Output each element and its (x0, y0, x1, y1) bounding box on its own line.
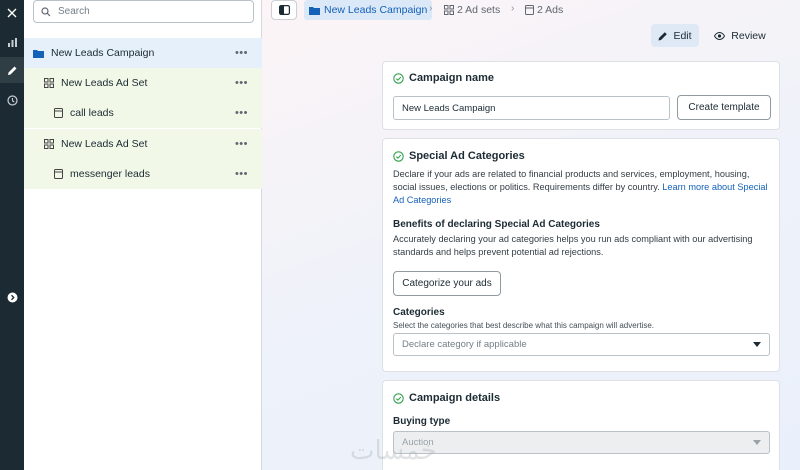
caret-down-icon (753, 342, 761, 347)
tree-item-ad[interactable]: messenger leads ••• (24, 159, 262, 189)
review-button[interactable]: Review (710, 24, 770, 47)
card-title: Campaign name (393, 72, 494, 84)
categories-label: Categories (393, 307, 445, 318)
special-ad-categories-card: Special Ad Categories Declare if your ad… (382, 138, 780, 372)
check-circle-icon (393, 72, 404, 84)
check-circle-icon (393, 150, 404, 162)
left-rail (0, 0, 24, 470)
card-title: Special Ad Categories (393, 150, 525, 162)
benefits-text: Accurately declaring your ad categories … (393, 234, 753, 257)
check-circle-icon (393, 392, 404, 404)
campaign-name-input[interactable]: New Leads Campaign (393, 96, 670, 120)
special-description: Declare if your ads are related to finan… (393, 169, 768, 205)
edit-label: Edit (673, 29, 692, 42)
tree-item-ad[interactable]: call leads ••• (24, 98, 262, 128)
campaign-name-card: Campaign name New Leads Campaign Create … (382, 61, 780, 130)
folder-icon (309, 6, 320, 15)
benefits-heading: Benefits of declaring Special Ad Categor… (393, 219, 600, 230)
tree-item-adset[interactable]: New Leads Ad Set ••• (24, 68, 262, 98)
pencil-icon[interactable] (0, 57, 24, 83)
categorize-ads-button[interactable]: Categorize your ads (393, 271, 501, 296)
clock-icon[interactable] (0, 87, 24, 113)
breadcrumb-label: 2 Ads (537, 4, 564, 16)
chevron-right-icon: › (429, 3, 433, 14)
tree-item-label: messenger leads (70, 168, 150, 180)
eye-icon (714, 31, 726, 40)
grid-icon (444, 5, 454, 15)
breadcrumb-campaign[interactable]: New Leads Campaign (304, 0, 433, 20)
close-icon[interactable] (0, 0, 24, 26)
grid-icon (44, 78, 54, 88)
category-select[interactable]: Declare category if applicable (393, 333, 770, 356)
folder-icon (33, 49, 44, 58)
search-input[interactable]: Search (33, 0, 254, 23)
tree-item-label: New Leads Campaign (51, 47, 155, 59)
ad-icon (54, 169, 63, 179)
tree-item-label: call leads (70, 107, 114, 119)
chevron-right-icon: › (511, 3, 515, 14)
breadcrumb-label: New Leads Campaign (324, 4, 428, 16)
tree-item-label: New Leads Ad Set (61, 138, 148, 150)
create-template-button[interactable]: Create template (677, 95, 771, 120)
more-options-icon[interactable]: ••• (235, 138, 248, 150)
campaign-tree-panel: Search New Leads Campaign ••• New Leads … (24, 0, 262, 470)
breadcrumb-adsets[interactable]: 2 Ad sets (444, 0, 500, 20)
buying-type-select[interactable]: Auction (393, 431, 770, 454)
watermark: خمسات (350, 436, 437, 466)
tree-item-label: New Leads Ad Set (61, 77, 148, 89)
toggle-sidebar-button[interactable] (271, 0, 297, 20)
breadcrumb-label: 2 Ad sets (457, 4, 501, 16)
more-options-icon[interactable]: ••• (235, 107, 248, 119)
search-icon (41, 6, 51, 16)
ad-icon (54, 108, 63, 118)
chart-icon[interactable] (0, 29, 24, 55)
tree-item-adset[interactable]: New Leads Ad Set ••• (24, 129, 262, 159)
caret-down-icon (753, 440, 761, 445)
review-label: Review (731, 29, 766, 42)
breadcrumb-ads[interactable]: 2 Ads (525, 0, 563, 20)
sidebar-icon (278, 5, 290, 15)
categories-help: Select the categories that best describe… (393, 321, 655, 330)
edit-button[interactable]: Edit (651, 24, 699, 47)
more-options-icon[interactable]: ••• (235, 168, 248, 180)
card-title: Campaign details (393, 392, 500, 404)
campaign-details-card: Campaign details Buying type Auction (382, 380, 780, 470)
tree-item-campaign[interactable]: New Leads Campaign ••• (24, 38, 262, 68)
ad-icon (525, 5, 534, 15)
search-placeholder: Search (58, 6, 90, 17)
pencil-icon (658, 31, 668, 40)
more-options-icon[interactable]: ••• (235, 47, 248, 59)
buying-type-label: Buying type (393, 416, 451, 427)
more-options-icon[interactable]: ••• (235, 77, 248, 89)
grid-icon (44, 139, 54, 149)
expand-chevron-icon[interactable] (0, 284, 24, 310)
